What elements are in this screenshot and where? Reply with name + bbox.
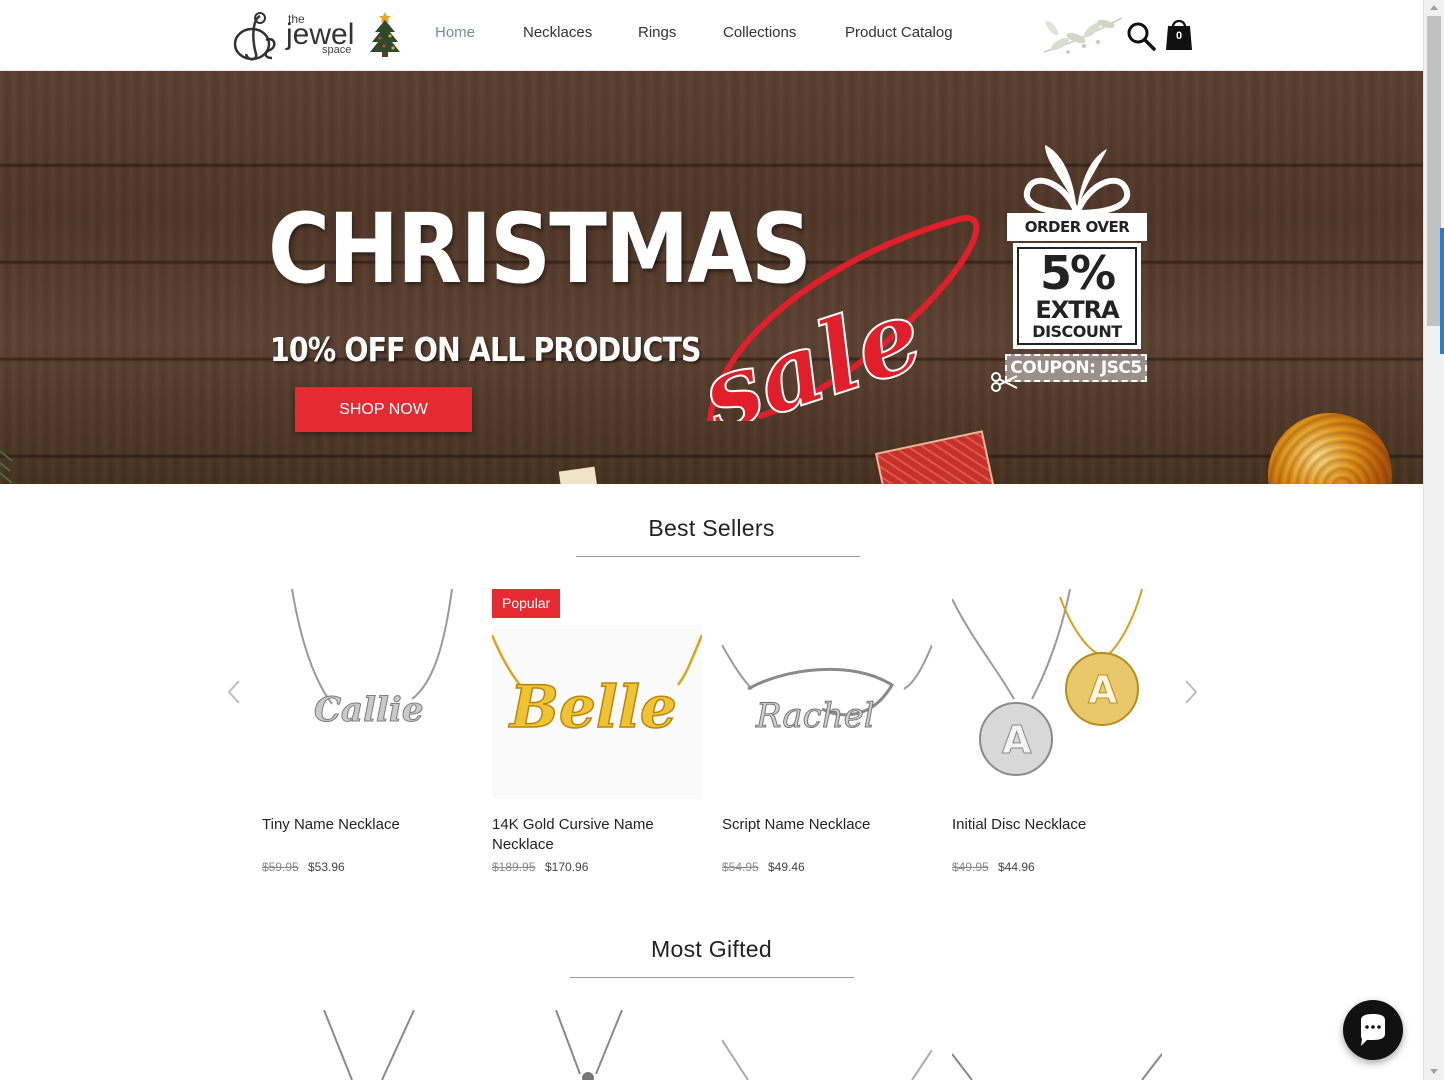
carousel-next-chevron-right-icon[interactable] bbox=[1180, 677, 1200, 707]
product-card[interactable]: A A Initial Disc Necklace $49.95 $44.96 bbox=[952, 589, 1162, 879]
logo-space: space bbox=[322, 44, 352, 56]
pine-leaves-decoration bbox=[0, 450, 13, 484]
gift-tag-decoration bbox=[558, 466, 598, 484]
nav-rings[interactable]: Rings bbox=[638, 24, 676, 41]
gift-bow-icon bbox=[1023, 145, 1131, 217]
product-price: $53.96 bbox=[308, 860, 345, 874]
search-icon[interactable] bbox=[1126, 21, 1156, 51]
product-image[interactable] bbox=[492, 1010, 702, 1080]
product-image[interactable]: Belle bbox=[492, 589, 702, 799]
promo-discount: DISCOUNT bbox=[1032, 322, 1122, 341]
product-image[interactable]: Callie bbox=[262, 589, 472, 799]
promo-extra: EXTRA bbox=[1035, 296, 1119, 324]
hero-subtitle: 10% OFF ON ALL PRODUCTS bbox=[270, 330, 701, 369]
product-card[interactable]: Popular Belle 14K Gold Cursive Name Neck… bbox=[492, 589, 702, 879]
nav-home[interactable]: Home bbox=[435, 24, 475, 41]
scroll-up-arrow-icon[interactable] bbox=[1424, 0, 1444, 16]
ornament-decoration bbox=[1268, 413, 1392, 484]
site-header: the jewel space Home Necklaces Rings Col… bbox=[0, 0, 1423, 71]
promo-discount-box: 5% EXTRA DISCOUNT bbox=[1013, 243, 1141, 349]
product-image[interactable]: Rachel bbox=[722, 589, 932, 799]
scroll-thumb[interactable] bbox=[1427, 16, 1441, 326]
carousel-prev-chevron-left-icon[interactable] bbox=[225, 677, 245, 707]
product-old-price: $54.95 bbox=[722, 860, 759, 874]
nav-collections[interactable]: Collections bbox=[723, 24, 796, 41]
hero-banner: CHRISTMAS 10% OFF ON ALL PRODUCTS sale S… bbox=[0, 71, 1423, 484]
product-old-price: $59.95 bbox=[262, 860, 299, 874]
chat-icon bbox=[1361, 1014, 1385, 1046]
product-card[interactable]: Callie Tiny Name Necklace $59.95 $53.96 bbox=[262, 589, 472, 879]
product-image-text: Rachel bbox=[755, 696, 875, 736]
product-image[interactable] bbox=[262, 1010, 472, 1080]
cart-count: 0 bbox=[1175, 30, 1183, 42]
promo-order-over: ORDER OVER $150 bbox=[1007, 213, 1147, 264]
product-image-text-2: A bbox=[1002, 718, 1032, 762]
most-gifted-divider bbox=[570, 977, 854, 978]
product-name[interactable]: 14K Gold Cursive Name Necklace bbox=[492, 815, 702, 855]
site-logo[interactable]: the jewel space bbox=[230, 8, 402, 62]
product-image[interactable]: A A bbox=[952, 589, 1162, 799]
nav-necklaces[interactable]: Necklaces bbox=[523, 24, 592, 41]
product-name[interactable]: Initial Disc Necklace bbox=[952, 815, 1162, 835]
holly-decoration-icon bbox=[1043, 17, 1123, 54]
product-old-price: $49.95 bbox=[952, 860, 989, 874]
best-sellers-title: Best Sellers bbox=[648, 515, 775, 541]
scroll-down-arrow-icon[interactable] bbox=[1424, 1064, 1444, 1080]
side-indicator bbox=[1440, 228, 1444, 354]
gift-box-decoration bbox=[874, 430, 996, 484]
product-image[interactable] bbox=[722, 1010, 932, 1080]
sale-script-graphic: sale bbox=[690, 215, 980, 421]
popular-badge: Popular bbox=[492, 589, 561, 618]
product-image-text: A bbox=[1088, 668, 1118, 712]
product-price: $49.46 bbox=[768, 860, 805, 874]
promo-percent: 5% bbox=[1039, 246, 1116, 300]
product-image-text: Callie bbox=[314, 690, 423, 730]
page-scrollbar[interactable] bbox=[1423, 0, 1444, 1080]
logo-monogram-icon bbox=[233, 12, 276, 61]
product-image[interactable] bbox=[952, 1010, 1162, 1080]
product-name[interactable]: Tiny Name Necklace bbox=[262, 815, 472, 835]
shop-now-button[interactable]: SHOP NOW bbox=[295, 387, 472, 432]
product-card[interactable]: Rachel Script Name Necklace $54.95 $49.4… bbox=[722, 589, 932, 879]
scissors-icon bbox=[991, 372, 1018, 392]
product-name[interactable]: Script Name Necklace bbox=[722, 815, 932, 835]
chat-button[interactable] bbox=[1343, 1000, 1403, 1060]
sale-script-text: sale bbox=[690, 275, 936, 421]
best-sellers-divider bbox=[576, 556, 860, 557]
product-price: $44.96 bbox=[998, 860, 1035, 874]
christmas-tree-icon bbox=[370, 12, 400, 57]
product-price: $170.96 bbox=[545, 860, 589, 874]
most-gifted-title: Most Gifted bbox=[651, 936, 772, 962]
product-image-text: Belle bbox=[508, 673, 677, 741]
promo-coupon: COUPON: JSC5 bbox=[1005, 354, 1147, 382]
product-old-price: $189.95 bbox=[492, 860, 536, 874]
cart-button[interactable]: 0 bbox=[1165, 17, 1193, 51]
nav-product-catalog[interactable]: Product Catalog bbox=[845, 24, 953, 41]
